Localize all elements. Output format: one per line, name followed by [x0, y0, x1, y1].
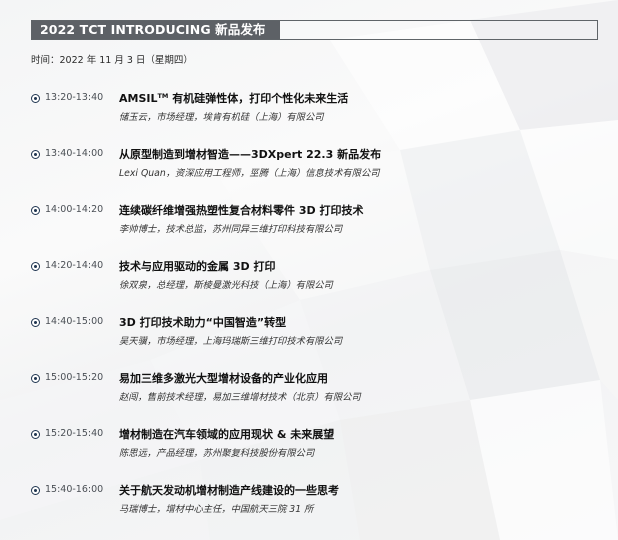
agenda-title: 连续碳纤维增强热塑性复合材料零件 3D 打印技术 — [119, 204, 364, 217]
trademark-mark: TM — [157, 92, 169, 100]
agenda-item: 14:40-15:00 3D 打印技术助力“中国智造”转型 吴天骥，市场经理，上… — [31, 314, 591, 354]
agenda-time: 13:40-14:00 — [45, 148, 104, 159]
agenda-time: 14:20-14:40 — [45, 260, 104, 271]
timeline-bullet-icon — [31, 374, 40, 383]
event-date: 时间：2022 年 11 月 3 日（星期四） — [31, 55, 193, 66]
agenda-time: 15:00-15:20 — [45, 372, 104, 383]
agenda-title-rest: 有机硅弹性体，打印个性化未来生活 — [168, 92, 349, 105]
agenda-speaker: 吴天骥，市场经理，上海玛瑞斯三维打印技术有限公司 — [119, 336, 343, 347]
section-title: 2022 TCT INTRODUCING 新品发布 — [32, 21, 280, 39]
timeline-bullet-icon — [31, 206, 40, 215]
timeline-bullet-icon — [31, 486, 40, 495]
agenda-time: 15:40-16:00 — [45, 484, 104, 495]
agenda-time: 14:40-15:00 — [45, 316, 104, 327]
agenda-speaker: 赵闯，售前技术经理，易加三维增材技术（北京）有限公司 — [119, 392, 361, 403]
timeline-bullet-icon — [31, 94, 40, 103]
agenda-time: 13:20-13:40 — [45, 92, 104, 103]
agenda-time: 14:00-14:20 — [45, 204, 104, 215]
agenda-title-main: AMSIL — [119, 92, 158, 105]
agenda-speaker: 徐双泉，总经理，斯棱曼激光科技（上海）有限公司 — [119, 280, 333, 291]
agenda-title: 易加三维多激光大型增材设备的产业化应用 — [119, 372, 328, 385]
agenda-title: 3D 打印技术助力“中国智造”转型 — [119, 316, 287, 329]
agenda-item: 15:40-16:00 关于航天发动机增材制造产线建设的一些思考 马瑞博士，增材… — [31, 482, 591, 522]
timeline-bullet-icon — [31, 318, 40, 327]
agenda-time: 15:20-15:40 — [45, 428, 104, 439]
agenda-title: 技术与应用驱动的金属 3D 打印 — [119, 260, 276, 273]
agenda-title: 关于航天发动机增材制造产线建设的一些思考 — [119, 484, 339, 497]
agenda-item: 14:20-14:40 技术与应用驱动的金属 3D 打印 徐双泉，总经理，斯棱曼… — [31, 258, 591, 298]
agenda-speaker: Lexi Quan，资深应用工程师，巠腾（上海）信息技术有限公司 — [119, 168, 380, 179]
agenda-speaker: 李帅博士，技术总监，苏州同异三维打印科技有限公司 — [119, 224, 343, 235]
agenda-title: 从原型制造到增材智造——3DXpert 22.3 新品发布 — [119, 148, 382, 161]
agenda-item: 14:00-14:20 连续碳纤维增强热塑性复合材料零件 3D 打印技术 李帅博… — [31, 202, 591, 242]
agenda-item: 13:20-13:40 AMSILTM 有机硅弹性体，打印个性化未来生活 储玉云… — [31, 90, 591, 130]
agenda-item: 15:00-15:20 易加三维多激光大型增材设备的产业化应用 赵闯，售前技术经… — [31, 370, 591, 410]
agenda-speaker: 马瑞博士，增材中心主任，中国航天三院 31 所 — [119, 504, 314, 515]
agenda-title: 增材制造在汽车领域的应用现状 & 未来展望 — [119, 428, 335, 441]
timeline-bullet-icon — [31, 150, 40, 159]
agenda-item: 15:20-15:40 增材制造在汽车领域的应用现状 & 未来展望 陈思远，产品… — [31, 426, 591, 466]
timeline-bullet-icon — [31, 430, 40, 439]
agenda-title: AMSILTM 有机硅弹性体，打印个性化未来生活 — [119, 90, 348, 106]
agenda-speaker: 陈思远，产品经理，苏州聚复科技股份有限公司 — [119, 448, 315, 459]
section-header: 2022 TCT INTRODUCING 新品发布 — [31, 20, 598, 40]
agenda-item: 13:40-14:00 从原型制造到增材智造——3DXpert 22.3 新品发… — [31, 146, 591, 186]
timeline-bullet-icon — [31, 262, 40, 271]
agenda-speaker: 储玉云，市场经理，埃肯有机硅（上海）有限公司 — [119, 112, 324, 123]
